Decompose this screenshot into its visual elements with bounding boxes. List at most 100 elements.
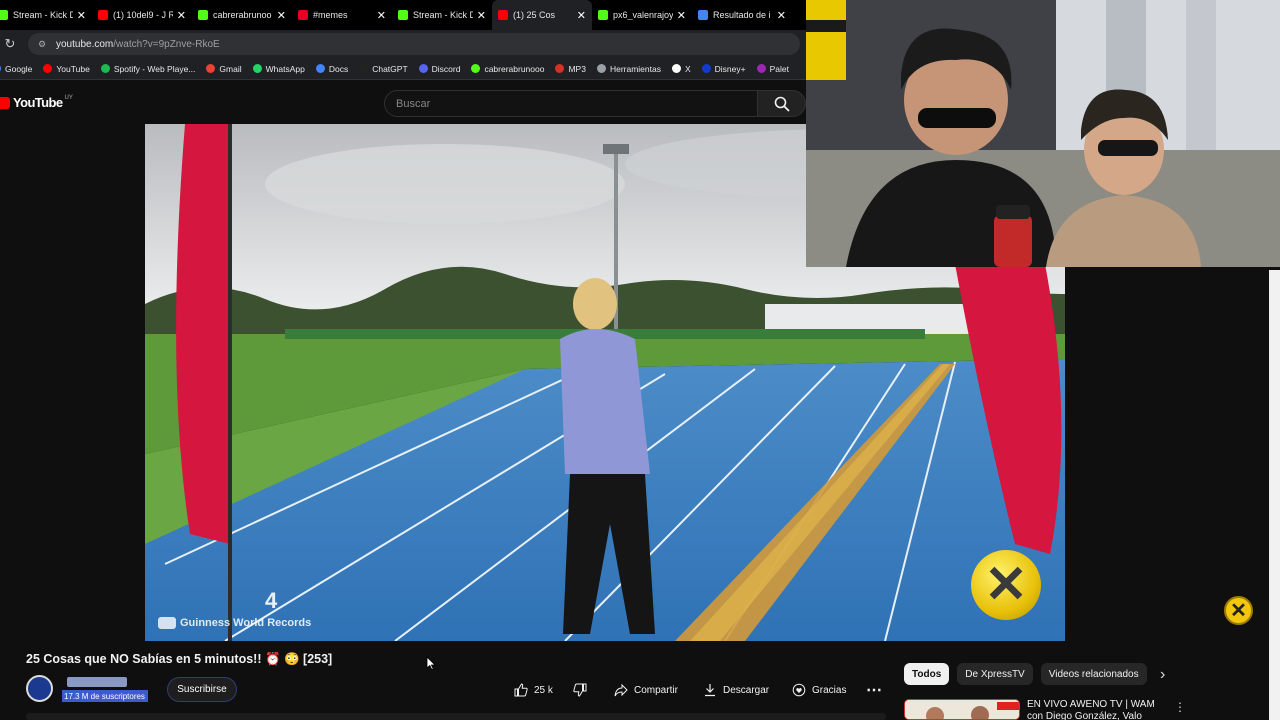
tab-favicon-icon xyxy=(698,10,708,20)
bookmark-label: Docs xyxy=(328,63,349,74)
bookmark-item[interactable]: Spotify - Web Playe... xyxy=(100,63,196,74)
video-watermark: Guinness World Records xyxy=(158,617,311,629)
bookmark-favicon-icon xyxy=(701,64,711,73)
like-count: 25 k xyxy=(534,684,553,696)
browser-tab[interactable]: Stream - Kick D ✕ xyxy=(392,0,492,30)
thumbnail-image xyxy=(905,700,1019,719)
thumbs-down-icon xyxy=(573,683,587,697)
bookmark-item[interactable]: cabrerabrunooo xyxy=(471,64,544,74)
bookmark-favicon-icon xyxy=(555,64,565,73)
bookmark-item[interactable]: Palet xyxy=(756,64,789,74)
share-icon xyxy=(614,683,628,697)
bookmark-item[interactable]: WhatsApp xyxy=(252,63,305,74)
thanks-button[interactable]: Gracias xyxy=(792,678,846,702)
dislike-button[interactable] xyxy=(573,678,593,702)
browser-tab[interactable]: cabrerabrunoo ✕ xyxy=(192,0,292,30)
tab-close-icon[interactable]: ✕ xyxy=(677,9,686,22)
bookmark-favicon-icon xyxy=(596,64,606,73)
tab-close-icon[interactable]: ✕ xyxy=(777,9,786,22)
bookmark-item[interactable]: Google xyxy=(0,64,32,74)
tab-favicon-icon xyxy=(0,10,8,20)
tab-title: Stream - Kick D xyxy=(413,10,473,20)
tab-favicon-icon xyxy=(498,10,508,20)
webcam-frame xyxy=(806,0,1280,267)
bookmark-label: MP3 xyxy=(568,63,586,74)
chip-related[interactable]: Videos relacionados xyxy=(1040,663,1147,685)
bookmark-item[interactable]: Discord xyxy=(418,63,461,74)
tab-title: Resultado de i xyxy=(713,10,771,20)
url-host: youtube.com xyxy=(56,38,114,50)
bookmark-label: Spotify - Web Playe... xyxy=(113,63,196,74)
tab-title: Stream - Kick D xyxy=(13,10,73,20)
bookmark-item[interactable]: Docs xyxy=(315,63,349,74)
channel-name[interactable] xyxy=(67,677,127,687)
bookmark-label: Google xyxy=(5,63,33,74)
tab-close-icon[interactable]: ✕ xyxy=(177,9,186,22)
watermark-text: Guinness World Records xyxy=(180,617,312,629)
browser-tab[interactable]: #memes ✕ xyxy=(292,0,392,30)
download-button[interactable]: Descargar xyxy=(703,678,769,702)
close-overlay-icon[interactable]: ✕ xyxy=(971,550,1041,620)
chevron-right-icon[interactable]: › xyxy=(1160,666,1165,684)
tab-close-icon[interactable]: ✕ xyxy=(277,9,286,22)
bookmark-label: Gmail xyxy=(219,63,242,74)
bookmark-item[interactable]: ChatGPT xyxy=(359,64,408,74)
youtube-play-icon xyxy=(0,96,10,109)
tab-close-icon[interactable]: ✕ xyxy=(577,9,586,22)
share-label: Compartir xyxy=(634,684,678,696)
bookmark-favicon-icon xyxy=(671,64,681,73)
subscribe-button[interactable]: Suscribirse xyxy=(167,677,237,702)
bookmark-item[interactable]: Gmail xyxy=(206,63,242,74)
bookmark-label: cabrerabrunooo xyxy=(484,63,545,74)
youtube-logo[interactable]: YouTube UY xyxy=(0,95,73,110)
browser-tab[interactable]: Resultado de i ✕ xyxy=(692,0,792,30)
url-path: /watch?v=9pZnve-RkoE xyxy=(113,38,220,50)
recommendation-filter-chips: Todos De XpressTV Videos relacionados xyxy=(904,663,1147,685)
recommended-title[interactable]: EN VIVO AWENO TV | WAM con Diego Gonzále… xyxy=(1027,699,1167,720)
search-input[interactable]: Buscar xyxy=(384,90,758,117)
browser-tab-strip: Stream - Kick D ✕ (1) 10del9 - J R ✕ cabrera… xyxy=(0,0,806,30)
chip-xpresstv[interactable]: De XpressTV xyxy=(957,663,1033,685)
browser-tab[interactable]: (1) 10del9 - J R ✕ xyxy=(92,0,192,30)
video-title: 25 Cosas que NO Sabías en 5 minutos!! ⏰ … xyxy=(26,652,333,666)
tab-close-icon[interactable]: ✕ xyxy=(377,9,386,22)
bookmark-label: Discord xyxy=(431,63,461,74)
bookmark-item[interactable]: Herramientas xyxy=(596,63,661,74)
browser-tab[interactable]: px6_valenrajoy ✕ xyxy=(592,0,692,30)
address-bar: ↻ ⚙ youtube.com/watch?v=9pZnve-RkoE xyxy=(0,30,806,58)
chip-todos[interactable]: Todos xyxy=(904,663,950,685)
browser-tab[interactable]: Stream - Kick D ✕ xyxy=(0,0,92,30)
page-scrollbar[interactable] xyxy=(1269,270,1280,720)
tab-title: cabrerabrunoo xyxy=(213,10,272,20)
subscriber-count: 17.3 M de suscriptores xyxy=(62,690,148,702)
share-button[interactable]: Compartir xyxy=(614,678,678,702)
bookmark-favicon-icon xyxy=(756,64,766,73)
tab-close-icon[interactable]: ✕ xyxy=(77,9,86,22)
search-button[interactable] xyxy=(758,90,806,117)
more-actions-button[interactable]: ⋯ xyxy=(866,678,882,702)
channel-avatar[interactable] xyxy=(26,675,53,702)
bookmark-item[interactable]: X xyxy=(671,64,691,74)
bookmark-item[interactable]: YouTube xyxy=(43,64,90,74)
recommended-thumbnail[interactable] xyxy=(904,699,1020,720)
bookmark-item[interactable]: Disney+ xyxy=(701,63,746,74)
close-small-icon[interactable]: ✕ xyxy=(1224,596,1253,625)
kebab-menu-icon[interactable]: ⋮ xyxy=(1174,700,1186,714)
bookmark-item[interactable]: MP3 xyxy=(555,63,586,74)
bookmark-favicon-icon xyxy=(43,64,53,73)
search-icon xyxy=(774,96,790,112)
reload-icon[interactable]: ↻ xyxy=(2,36,18,52)
bookmark-favicon-icon xyxy=(206,64,216,73)
tab-close-icon[interactable]: ✕ xyxy=(477,9,486,22)
bookmark-label: Disney+ xyxy=(714,63,746,74)
site-info-icon[interactable]: ⚙ xyxy=(38,39,48,49)
browser-tab[interactable]: (1) 25 Cos ✕ xyxy=(492,0,592,30)
more-icon: ⋯ xyxy=(866,682,882,699)
thanks-icon xyxy=(792,683,806,697)
url-field[interactable]: ⚙ youtube.com/watch?v=9pZnve-RkoE xyxy=(28,33,800,55)
bookmark-label: Herramientas xyxy=(609,63,661,74)
download-label: Descargar xyxy=(723,684,770,696)
bookmark-favicon-icon xyxy=(418,64,428,73)
bookmark-label: WhatsApp xyxy=(265,63,305,74)
like-button[interactable]: 25 k xyxy=(514,678,553,702)
